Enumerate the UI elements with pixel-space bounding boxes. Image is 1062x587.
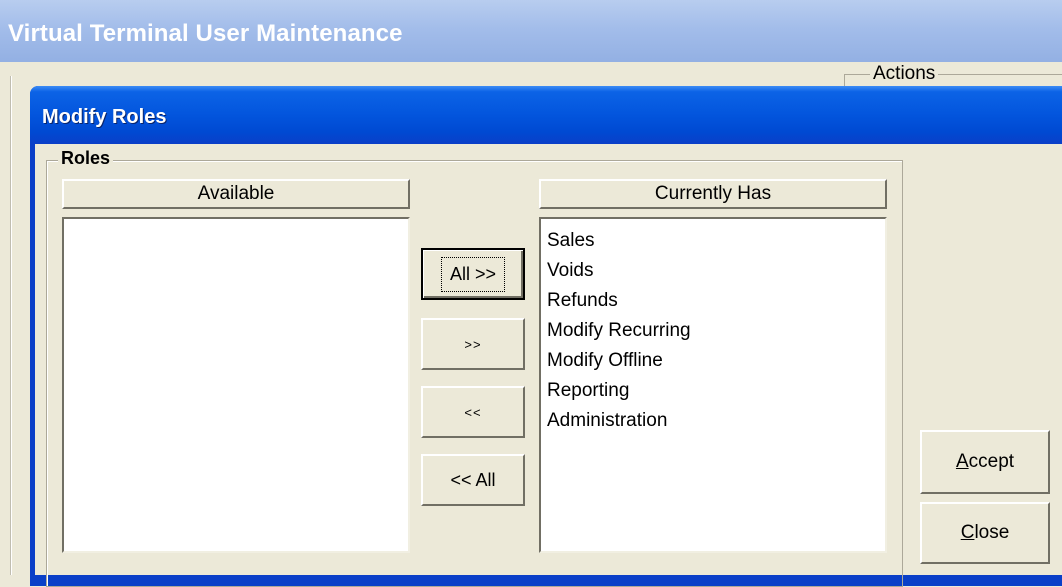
- actions-group-label: Actions: [870, 63, 939, 85]
- remove-button[interactable]: <<: [421, 386, 525, 438]
- list-item[interactable]: Reporting: [541, 376, 885, 406]
- add-all-button[interactable]: All >>: [421, 248, 525, 300]
- outer-group-border: [10, 76, 12, 575]
- accept-mnemonic: A: [955, 451, 969, 472]
- list-item[interactable]: Voids: [541, 256, 885, 286]
- list-item[interactable]: Modify Recurring: [541, 316, 885, 346]
- close-label: lose: [974, 522, 1010, 543]
- dialog-title-bar[interactable]: [30, 86, 1062, 144]
- list-item[interactable]: Sales: [541, 226, 885, 256]
- roles-group-label: Roles: [58, 148, 114, 169]
- add-button[interactable]: >>: [421, 318, 525, 370]
- list-item[interactable]: Administration: [541, 406, 885, 436]
- remove-all-button[interactable]: << All: [421, 454, 525, 506]
- close-button[interactable]: Close: [920, 502, 1050, 564]
- currently-has-roles-list[interactable]: Sales Voids Refunds Modify Recurring Mod…: [539, 217, 887, 553]
- add-all-button-label: All >>: [440, 256, 506, 292]
- dialog-title: Modify Roles: [42, 106, 167, 128]
- list-item[interactable]: Modify Offline: [541, 346, 885, 376]
- accept-button[interactable]: Accept: [920, 430, 1050, 494]
- available-column-header[interactable]: Available: [62, 179, 410, 209]
- available-roles-list[interactable]: [62, 217, 410, 553]
- accept-label: ccept: [968, 451, 1015, 472]
- outer-window-title: Virtual Terminal User Maintenance: [8, 20, 403, 47]
- close-mnemonic: C: [960, 522, 975, 543]
- list-item[interactable]: Refunds: [541, 286, 885, 316]
- currently-has-column-header[interactable]: Currently Has: [539, 179, 887, 209]
- outer-window-title-bar: Virtual Terminal User Maintenance: [0, 0, 1062, 62]
